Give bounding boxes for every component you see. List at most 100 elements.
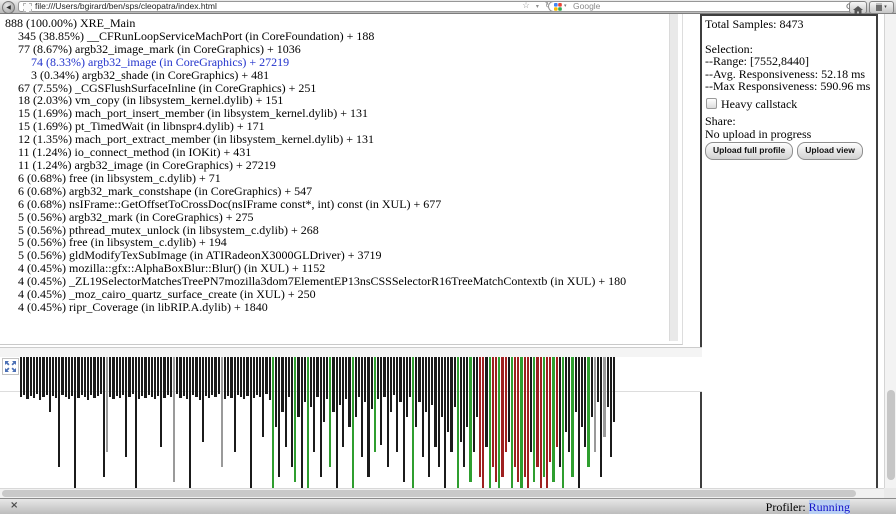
tree-row[interactable]: 6 (0.68%) argb32_mark_constshape (in Cor… <box>0 185 682 198</box>
histogram-bar <box>112 357 114 399</box>
url-bar[interactable]: file:///Users/bgirard/ben/sps/cleopatra/… <box>18 1 557 12</box>
call-tree-scrollbar[interactable] <box>669 14 678 341</box>
histogram-bar <box>358 357 360 397</box>
histogram-bar <box>186 357 188 399</box>
histogram-bar <box>125 357 127 457</box>
histogram-bar <box>36 357 38 394</box>
statusbar-close-icon[interactable]: × <box>10 500 18 511</box>
fullscreen-expand-icon[interactable] <box>2 358 19 375</box>
histogram-bar <box>473 357 475 452</box>
tree-row[interactable]: 888 (100.00%) XRE_Main <box>0 17 682 30</box>
search-engine-dropdown-icon[interactable]: ▾ <box>564 2 567 11</box>
heavy-callstack-label: Heavy callstack <box>721 97 797 111</box>
selection-range: --Range: [7552,8440] <box>705 55 873 68</box>
url-text: file:///Users/bgirard/ben/sps/cleopatra/… <box>35 1 217 11</box>
histogram-bar <box>438 357 440 467</box>
histogram-bar <box>463 357 465 467</box>
histogram-bar <box>288 357 290 397</box>
page-tools-button[interactable]: ▾ <box>869 1 894 14</box>
share-title: Share: <box>705 115 873 128</box>
histogram-bar <box>301 357 303 488</box>
tree-row[interactable]: 6 (0.68%) free (in libsystem_c.dylib) + … <box>0 172 682 185</box>
tree-row[interactable]: 6 (0.68%) nsIFrame::GetOffsetToCrossDoc(… <box>0 198 682 211</box>
profiler-status-state[interactable]: Running <box>809 500 850 514</box>
tree-row[interactable]: 4 (0.45%) _moz_cairo_quartz_surface_crea… <box>0 288 682 301</box>
histogram-bar <box>262 357 264 437</box>
histogram-bar <box>533 357 535 482</box>
histogram-bar <box>46 357 48 395</box>
histogram-bar <box>441 357 443 417</box>
vertical-scroll-thumb[interactable] <box>887 390 895 480</box>
histogram-bar <box>460 357 462 442</box>
histogram-bar <box>425 357 427 412</box>
histogram-bar <box>39 357 41 400</box>
histogram-bar <box>234 357 236 452</box>
histogram-bar <box>272 357 274 488</box>
histogram-bar <box>20 357 22 397</box>
histogram-bar <box>316 357 318 397</box>
back-button[interactable]: ◀ <box>2 1 15 14</box>
histogram-bar <box>587 357 589 467</box>
status-bar: × Profiler: Running <box>0 498 896 514</box>
histogram-bar <box>364 357 366 402</box>
histogram-bar <box>412 357 414 488</box>
histogram-bar <box>157 357 159 396</box>
histogram-bar <box>374 357 376 452</box>
histogram-bar <box>431 357 433 405</box>
tree-row[interactable]: 77 (8.67%) argb32_image_mark (in CoreGra… <box>0 43 682 56</box>
tree-row[interactable]: 5 (0.56%) argb32_mark (in CoreGraphics) … <box>0 211 682 224</box>
histogram-bar <box>543 357 545 477</box>
horizontal-scroll-thumb[interactable] <box>2 490 856 497</box>
url-dropdown-icon[interactable]: ▾ <box>536 3 539 10</box>
histogram-bar <box>163 357 165 398</box>
histogram-bar <box>326 357 328 399</box>
histogram-bar <box>556 357 558 447</box>
histogram-bar <box>485 357 487 447</box>
histogram-bar <box>151 357 153 397</box>
histogram-bar <box>176 357 178 394</box>
tree-row[interactable]: 11 (1.24%) argb32_image (in CoreGraphics… <box>0 159 682 172</box>
histogram-bar <box>571 357 573 477</box>
home-button[interactable] <box>849 1 867 14</box>
tree-row[interactable]: 3 (0.34%) argb32_shade (in CoreGraphics)… <box>0 69 682 82</box>
histogram-bar <box>26 357 28 399</box>
tree-row[interactable]: 74 (8.33%) argb32_image (in CoreGraphics… <box>0 56 682 69</box>
histogram-bar <box>144 357 146 398</box>
histogram-bar <box>489 357 491 488</box>
histogram-bar <box>237 357 239 395</box>
histogram-bar <box>30 357 32 396</box>
histogram-bar <box>240 357 242 397</box>
sample-histogram[interactable] <box>20 357 616 490</box>
tree-row[interactable]: 345 (38.85%) __CFRunLoopServiceMachPort … <box>0 30 682 43</box>
histogram-bar <box>520 357 522 488</box>
bookmark-star-icon[interactable]: ☆ <box>522 1 530 11</box>
tree-row[interactable]: 4 (0.45%) ripr_Coverage (in libRIP.A.dyl… <box>0 301 682 314</box>
search-input[interactable]: ▾ Google <box>548 1 860 12</box>
histogram-bar <box>540 357 542 488</box>
histogram-bar <box>74 357 76 488</box>
histogram-bar <box>65 357 67 397</box>
histogram-bar <box>584 357 586 447</box>
heavy-callstack-row[interactable]: Heavy callstack <box>705 98 873 111</box>
histogram-bar <box>336 357 338 488</box>
profile-info-sidebar: Total Samples: 8473 Selection: --Range: … <box>700 14 878 492</box>
histogram-bar <box>594 357 596 452</box>
upload-view-button[interactable]: Upload view <box>797 142 863 160</box>
histogram-bar <box>313 357 315 452</box>
histogram-bar <box>81 357 83 395</box>
histogram-bar <box>591 357 593 417</box>
histogram-bar <box>603 357 605 437</box>
histogram-bar <box>380 357 382 445</box>
upload-full-profile-button[interactable]: Upload full profile <box>705 142 793 160</box>
histogram-bar <box>42 357 44 397</box>
window-vertical-scrollbar[interactable] <box>884 14 896 488</box>
histogram-bar <box>55 357 57 398</box>
browser-toolbar: ◀ file:///Users/bgirard/ben/sps/cleopatr… <box>0 0 896 14</box>
histogram-bar <box>58 357 60 467</box>
histogram-bar <box>371 357 373 409</box>
call-tree-panel: 888 (100.00%) XRE_Main345 (38.85%) __CFR… <box>0 14 683 345</box>
heavy-callstack-checkbox[interactable] <box>706 98 717 109</box>
histogram-bar <box>246 357 248 396</box>
histogram-bar <box>71 357 73 396</box>
histogram-bar <box>208 357 210 398</box>
